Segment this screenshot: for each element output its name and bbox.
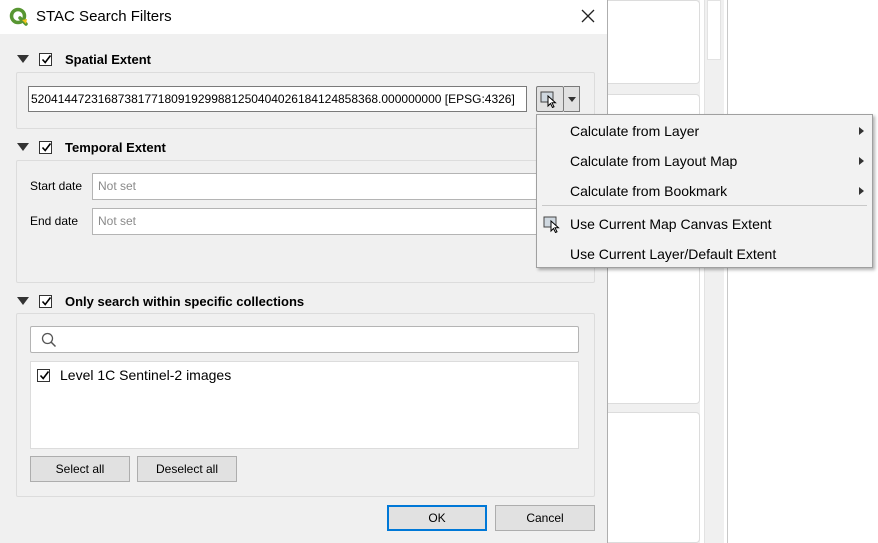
collections-header[interactable]: Only search within specific collections bbox=[17, 292, 304, 310]
collapse-triangle-icon[interactable] bbox=[17, 143, 29, 151]
background-scrollbar[interactable] bbox=[704, 0, 724, 543]
extent-dropdown-button[interactable] bbox=[564, 86, 580, 112]
menu-separator bbox=[542, 205, 867, 206]
collection-checkbox[interactable] bbox=[37, 368, 50, 382]
checkmark-icon bbox=[41, 142, 52, 152]
menu-item-calculate-from-bookmark[interactable]: Calculate from Bookmark bbox=[537, 177, 872, 205]
menu-item-use-current-map-canvas-extent[interactable]: Use Current Map Canvas Extent bbox=[537, 210, 872, 238]
menu-item-label: Calculate from Layout Map bbox=[570, 153, 738, 169]
menu-item-label: Calculate from Layer bbox=[570, 123, 700, 139]
extent-value: 5204144723168738177180919299881250404026… bbox=[31, 92, 515, 106]
extent-input[interactable]: 5204144723168738177180919299881250404026… bbox=[28, 86, 527, 112]
background-separator bbox=[727, 0, 728, 543]
menu-item-calculate-from-layer[interactable]: Calculate from Layer bbox=[537, 117, 872, 145]
menu-item-label: Use Current Map Canvas Extent bbox=[570, 216, 772, 232]
list-item[interactable]: Level 1C Sentinel-2 images bbox=[37, 367, 231, 383]
collections-list[interactable]: Level 1C Sentinel-2 images bbox=[30, 361, 579, 449]
background-scrollbar-thumb[interactable] bbox=[707, 0, 721, 60]
spatial-extent-title: Spatial Extent bbox=[65, 51, 151, 67]
collections-search-input[interactable] bbox=[30, 326, 579, 353]
map-canvas-extent-icon bbox=[543, 216, 560, 233]
collapse-triangle-icon[interactable] bbox=[17, 297, 29, 305]
close-icon[interactable] bbox=[576, 4, 600, 28]
submenu-arrow-icon bbox=[859, 187, 864, 195]
checkmark-icon bbox=[41, 54, 52, 64]
select-all-button[interactable]: Select all bbox=[30, 456, 130, 482]
qgis-logo-icon bbox=[9, 7, 28, 26]
temporal-extent-header[interactable]: Temporal Extent bbox=[17, 138, 166, 156]
submenu-arrow-icon bbox=[859, 157, 864, 165]
collections-checkbox[interactable] bbox=[39, 294, 52, 308]
ok-button[interactable]: OK bbox=[387, 505, 487, 531]
start-date-label: Start date bbox=[30, 179, 83, 193]
background-panel-bottom bbox=[608, 412, 700, 543]
title-bar[interactable]: STAC Search Filters bbox=[0, 0, 607, 34]
map-canvas-extent-button[interactable] bbox=[536, 86, 564, 112]
collections-title: Only search within specific collections bbox=[65, 293, 305, 309]
collapse-triangle-icon[interactable] bbox=[17, 55, 29, 63]
checkmark-icon bbox=[39, 370, 50, 380]
spatial-extent-header[interactable]: Spatial Extent bbox=[17, 50, 151, 68]
extent-dropdown-menu: Calculate from Layer Calculate from Layo… bbox=[536, 114, 873, 268]
stac-search-filters-dialog: STAC Search Filters Spatial Extent 52041… bbox=[0, 0, 608, 543]
menu-item-calculate-from-layout-map[interactable]: Calculate from Layout Map bbox=[537, 147, 872, 175]
temporal-extent-checkbox[interactable] bbox=[39, 140, 52, 154]
background-panel-top bbox=[608, 0, 700, 84]
submenu-arrow-icon bbox=[859, 127, 864, 135]
end-date-label: End date bbox=[30, 214, 79, 228]
menu-item-use-current-layer-default-extent[interactable]: Use Current Layer/Default Extent bbox=[537, 240, 872, 268]
start-date-input[interactable]: Not set bbox=[92, 173, 552, 200]
end-date-input[interactable]: Not set bbox=[92, 208, 552, 235]
collection-label: Level 1C Sentinel-2 images bbox=[60, 367, 232, 383]
temporal-extent-title: Temporal Extent bbox=[65, 139, 166, 155]
deselect-all-button[interactable]: Deselect all bbox=[137, 456, 237, 482]
spatial-extent-checkbox[interactable] bbox=[39, 52, 52, 66]
menu-item-label: Use Current Layer/Default Extent bbox=[570, 246, 777, 262]
search-icon bbox=[41, 332, 57, 348]
map-canvas-extent-icon bbox=[540, 91, 557, 108]
checkmark-icon bbox=[41, 296, 52, 306]
menu-item-label: Calculate from Bookmark bbox=[570, 183, 728, 199]
dropdown-arrow-icon bbox=[567, 96, 576, 102]
cancel-button[interactable]: Cancel bbox=[495, 505, 595, 531]
window-title: STAC Search Filters bbox=[36, 8, 172, 25]
